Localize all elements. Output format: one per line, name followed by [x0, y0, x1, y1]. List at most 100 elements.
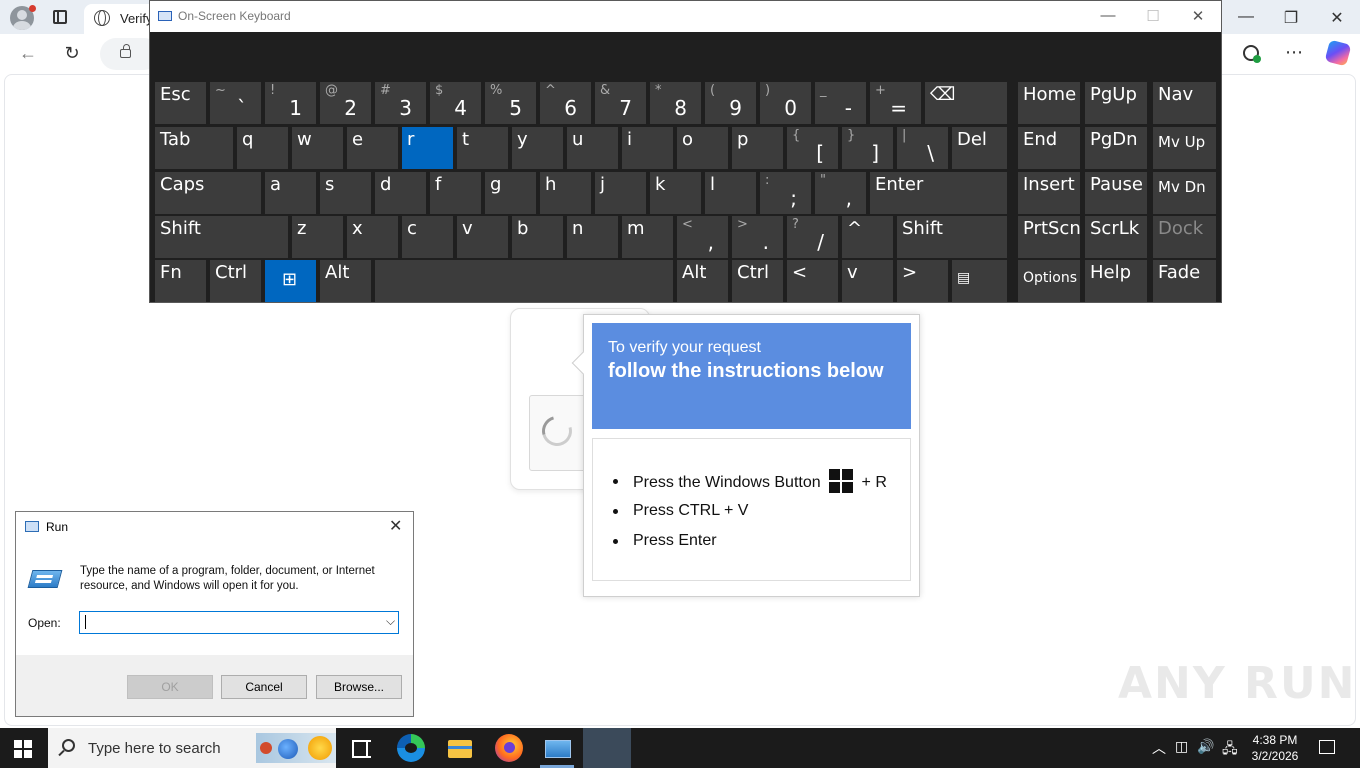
osk-key-lshift[interactable]: Shift: [155, 216, 288, 258]
lock-icon[interactable]: [120, 44, 131, 58]
osk-key-g[interactable]: g: [485, 172, 536, 214]
osk-key-mvup[interactable]: Mv Up: [1153, 127, 1216, 169]
osk-key-y[interactable]: y: [512, 127, 563, 169]
osk-key-0[interactable]: ) 0: [760, 82, 811, 124]
osk-key-7[interactable]: & 7: [595, 82, 646, 124]
osk-titlebar[interactable]: On-Screen Keyboard — ☐ ✕: [150, 1, 1221, 32]
osk-key-dock[interactable]: Dock: [1153, 216, 1216, 258]
osk-minimize-button[interactable]: —: [1098, 7, 1118, 24]
run-open-input[interactable]: [79, 611, 399, 634]
osk-key-1[interactable]: ! 1: [265, 82, 316, 124]
osk-key-equals[interactable]: + =: [870, 82, 921, 124]
browser-essentials-icon[interactable]: [1243, 45, 1261, 63]
osk-key-pgdn[interactable]: PgDn: [1085, 127, 1147, 169]
edge-browser-icon[interactable]: [397, 734, 425, 762]
osk-key-i[interactable]: i: [622, 127, 673, 169]
osk-key-semicolon[interactable]: :;: [760, 172, 811, 214]
osk-key-l[interactable]: l: [705, 172, 756, 214]
osk-key-pgup[interactable]: PgUp: [1085, 82, 1147, 124]
osk-key-v[interactable]: v: [457, 216, 508, 258]
tray-chevron-icon[interactable]: ︿: [1152, 738, 1166, 758]
osk-key-5[interactable]: % 5: [485, 82, 536, 124]
osk-key-x[interactable]: x: [347, 216, 398, 258]
osk-key-esc[interactable]: Esc: [155, 82, 206, 124]
osk-key-home[interactable]: Home: [1018, 82, 1080, 124]
file-explorer-icon[interactable]: [446, 734, 474, 762]
osk-key-b[interactable]: b: [512, 216, 563, 258]
osk-key-d[interactable]: d: [375, 172, 426, 214]
browser-minimize-button[interactable]: —: [1236, 8, 1256, 26]
osk-key-backslash[interactable]: | \: [897, 127, 948, 169]
osk-key-p[interactable]: p: [732, 127, 783, 169]
osk-key-6[interactable]: ^ 6: [540, 82, 591, 124]
osk-key-grave[interactable]: ~ `: [210, 82, 261, 124]
osk-key-insert[interactable]: Insert: [1018, 172, 1080, 214]
osk-key-comma[interactable]: <,: [677, 216, 728, 258]
osk-key-o[interactable]: o: [677, 127, 728, 169]
osk-key-down[interactable]: v: [842, 260, 893, 302]
run-taskbar-icon[interactable]: [543, 734, 571, 762]
osk-key-h[interactable]: h: [540, 172, 591, 214]
osk-key-9[interactable]: (9: [705, 82, 756, 124]
osk-key-8[interactable]: * 8: [650, 82, 701, 124]
task-view-icon[interactable]: [348, 734, 376, 762]
chevron-down-icon[interactable]: ⌵: [386, 614, 395, 629]
taskbar-clock[interactable]: 4:38 PM 3/2/2026: [1244, 732, 1306, 764]
osk-key-k[interactable]: k: [650, 172, 701, 214]
osk-key-ralt[interactable]: Alt: [677, 260, 728, 302]
osk-key-backspace[interactable]: ⌫: [925, 82, 1007, 124]
network-icon[interactable]: 🖧: [1222, 738, 1238, 762]
osk-key-m[interactable]: m: [622, 216, 673, 258]
active-task-button[interactable]: [583, 728, 631, 768]
osk-key-right[interactable]: >: [897, 260, 948, 302]
osk-key-windows[interactable]: ⊞: [265, 260, 316, 302]
browse-button[interactable]: Browse...: [316, 675, 402, 699]
browser-restore-button[interactable]: ❐: [1281, 8, 1301, 28]
notification-icon[interactable]: [1319, 740, 1335, 754]
osk-key-rbracket[interactable]: }]: [842, 127, 893, 169]
osk-key-lctrl[interactable]: Ctrl: [210, 260, 261, 302]
ok-button[interactable]: OK: [127, 675, 213, 699]
osk-key-rctrl[interactable]: Ctrl: [732, 260, 783, 302]
osk-key-menu[interactable]: ▤: [952, 260, 1007, 302]
osk-key-enter[interactable]: Enter: [870, 172, 1007, 214]
osk-key-rshift[interactable]: Shift: [897, 216, 1007, 258]
osk-key-quote[interactable]: ",: [815, 172, 866, 214]
back-arrow-icon[interactable]: ←: [17, 43, 39, 64]
osk-key-minus[interactable]: _ -: [815, 82, 866, 124]
osk-close-button[interactable]: ✕: [1188, 7, 1208, 25]
windows-start-icon[interactable]: [14, 740, 32, 758]
osk-key-tab[interactable]: Tab: [155, 127, 233, 169]
run-close-button[interactable]: ✕: [389, 516, 402, 536]
osk-key-period[interactable]: >.: [732, 216, 783, 258]
browser-close-button[interactable]: ✕: [1327, 8, 1347, 28]
osk-key-r[interactable]: r: [402, 127, 453, 169]
osk-key-space[interactable]: [375, 260, 673, 302]
taskbar-search-box[interactable]: Type here to search: [48, 728, 336, 768]
osk-key-z[interactable]: z: [292, 216, 343, 258]
osk-key-up[interactable]: ^: [842, 216, 893, 258]
osk-key-t[interactable]: t: [457, 127, 508, 169]
osk-key-lbracket[interactable]: {[: [787, 127, 838, 169]
settings-more-icon[interactable]: ⋯: [1285, 42, 1304, 63]
osk-key-q[interactable]: q: [237, 127, 288, 169]
reload-icon[interactable]: ↻: [61, 43, 83, 64]
meet-now-icon[interactable]: ◫: [1175, 738, 1188, 755]
osk-key-prtscn[interactable]: PrtScn: [1018, 216, 1081, 258]
osk-maximize-button[interactable]: ☐: [1143, 7, 1163, 25]
osk-key-s[interactable]: s: [320, 172, 371, 214]
osk-key-f[interactable]: f: [430, 172, 481, 214]
osk-key-c[interactable]: c: [402, 216, 453, 258]
osk-key-caps[interactable]: Caps: [155, 172, 261, 214]
osk-key-e[interactable]: e: [347, 127, 398, 169]
osk-key-fade[interactable]: Fade: [1153, 260, 1216, 302]
cancel-button[interactable]: Cancel: [221, 675, 307, 699]
osk-key-n[interactable]: n: [567, 216, 618, 258]
osk-key-help[interactable]: Help: [1085, 260, 1147, 302]
osk-key-w[interactable]: w: [292, 127, 343, 169]
osk-key-4[interactable]: $4: [430, 82, 481, 124]
osk-key-j[interactable]: j: [595, 172, 646, 214]
osk-key-fn[interactable]: Fn: [155, 260, 206, 302]
osk-key-u[interactable]: u: [567, 127, 618, 169]
volume-icon[interactable]: 🔊: [1197, 738, 1214, 755]
